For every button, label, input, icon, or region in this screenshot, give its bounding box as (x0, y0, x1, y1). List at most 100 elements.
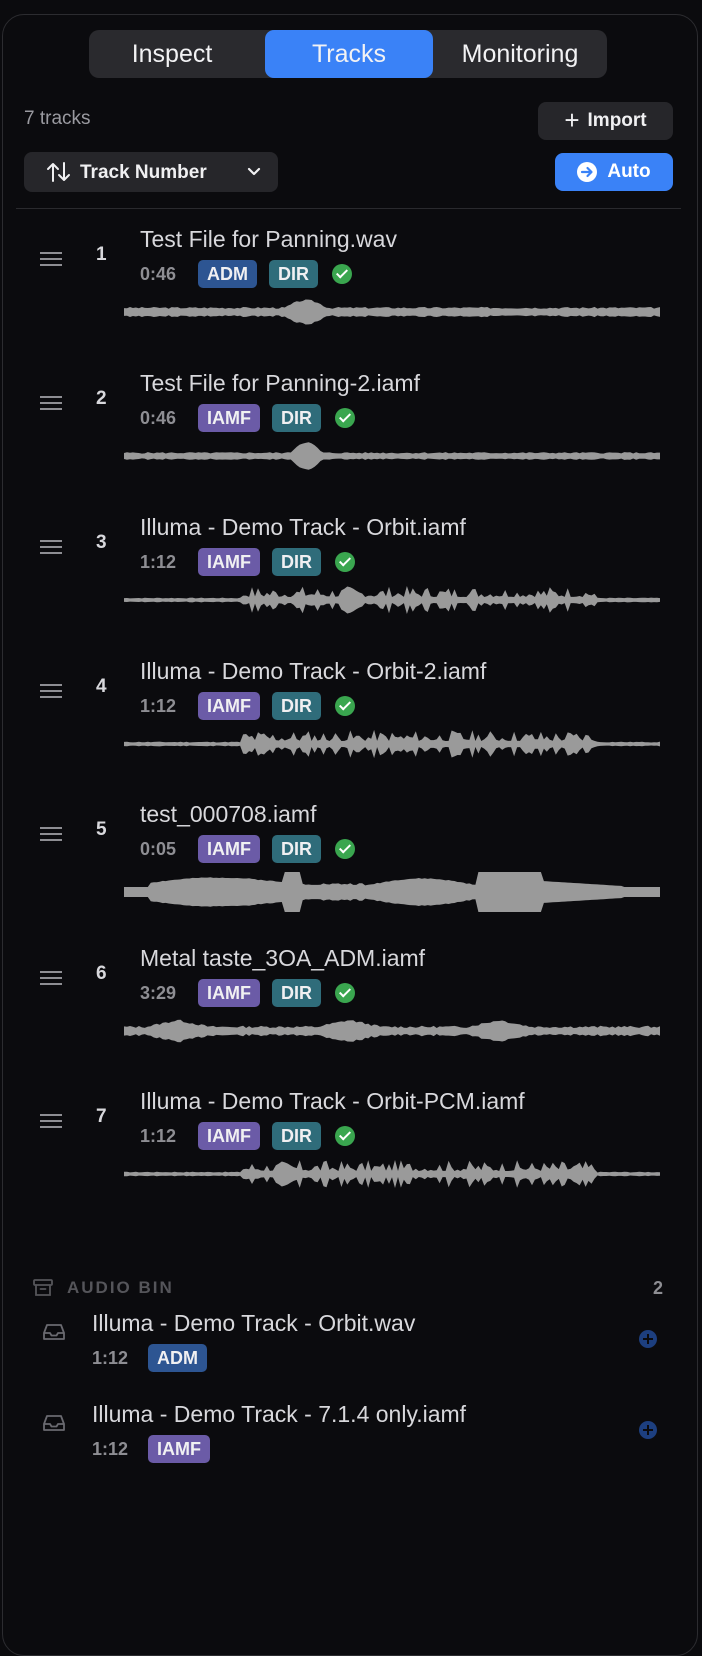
format-badge: IAMF (198, 404, 260, 432)
tab-tracks[interactable]: Tracks (265, 30, 433, 78)
check-icon (335, 839, 355, 859)
track-meta: 0:46 IAMF DIR (140, 404, 355, 432)
track-meta: 0:05 IAMF DIR (140, 835, 355, 863)
format-badge: IAMF (198, 979, 260, 1007)
add-circle-icon[interactable] (639, 1330, 657, 1348)
track-duration: 3:29 (140, 982, 177, 1003)
track-duration: 0:05 (140, 838, 177, 859)
track-number: 6 (96, 963, 107, 984)
waveform (124, 1019, 660, 1043)
drag-handle-icon[interactable] (40, 827, 62, 845)
format-badge: IAMF (198, 1122, 260, 1150)
tab-monitoring[interactable]: Monitoring (433, 30, 607, 78)
track-title: Illuma - Demo Track - Orbit.iamf (140, 514, 466, 540)
check-icon (335, 1126, 355, 1146)
track-number: 1 (96, 244, 107, 265)
audio-bin-count: 2 (652, 1278, 663, 1298)
drag-handle-icon[interactable] (40, 540, 62, 558)
check-icon (335, 408, 355, 428)
format-badge: IAMF (198, 692, 260, 720)
mode-badge: DIR (272, 692, 321, 720)
auto-arrow-icon (577, 162, 598, 182)
tray-icon (43, 1324, 65, 1340)
mode-badge: DIR (272, 404, 321, 432)
track-row[interactable]: 6 Metal taste_3OA_ADM.iamf 3:29 IAMF DIR (0, 944, 694, 1092)
track-duration: 0:46 (140, 263, 177, 284)
track-meta: 1:12 IAMF DIR (140, 1122, 355, 1150)
audio-bin-item[interactable]: Illuma - Demo Track - Orbit.wav 1:12 ADM (0, 1310, 694, 1390)
bin-item-meta: 1:12 IAMF (92, 1435, 222, 1463)
plus-icon: + (564, 104, 580, 135)
sort-arrows-icon (47, 162, 70, 182)
audio-bin-header: AUDIO BIN 2 (33, 1276, 663, 1302)
waveform (124, 729, 660, 759)
bin-item-duration: 1:12 (92, 1438, 129, 1459)
import-button[interactable]: + Import (538, 102, 673, 140)
track-title: Illuma - Demo Track - Orbit-2.iamf (140, 658, 487, 684)
check-icon (335, 552, 355, 572)
track-count: 7 tracks (24, 108, 91, 129)
tab-inspect[interactable]: Inspect (89, 30, 255, 78)
track-meta: 1:12 IAMF DIR (140, 548, 355, 576)
drag-handle-icon[interactable] (40, 252, 62, 270)
track-meta: 1:12 IAMF DIR (140, 692, 355, 720)
track-row[interactable]: 5 test_000708.iamf 0:05 IAMF DIR (0, 800, 694, 948)
auto-label: Auto (607, 161, 651, 182)
bin-item-duration: 1:12 (92, 1347, 129, 1368)
track-number: 5 (96, 819, 107, 840)
track-row[interactable]: 7 Illuma - Demo Track - Orbit-PCM.iamf 1… (0, 1087, 694, 1235)
waveform (124, 1160, 660, 1188)
format-badge: IAMF (198, 548, 260, 576)
sort-dropdown[interactable]: Track Number (24, 152, 278, 192)
track-title: Test File for Panning-2.iamf (140, 370, 420, 396)
import-label: Import (587, 110, 647, 131)
track-row[interactable]: 2 Test File for Panning-2.iamf 0:46 IAMF… (0, 369, 694, 517)
track-number: 2 (96, 388, 107, 409)
check-icon (335, 696, 355, 716)
track-meta: 0:46 ADM DIR (140, 260, 352, 288)
track-title: test_000708.iamf (140, 801, 317, 827)
waveform (124, 299, 660, 325)
waveform (124, 872, 660, 912)
drag-handle-icon[interactable] (40, 396, 62, 414)
bin-item-title: Illuma - Demo Track - Orbit.wav (92, 1310, 416, 1336)
bin-item-meta: 1:12 ADM (92, 1344, 219, 1372)
bin-item-title: Illuma - Demo Track - 7.1.4 only.iamf (92, 1401, 467, 1427)
check-icon (332, 264, 352, 284)
track-duration: 1:12 (140, 551, 177, 572)
track-duration: 1:12 (140, 695, 177, 716)
track-title: Illuma - Demo Track - Orbit-PCM.iamf (140, 1088, 525, 1114)
mode-badge: DIR (272, 835, 321, 863)
track-number: 4 (96, 676, 107, 697)
audio-bin-item[interactable]: Illuma - Demo Track - 7.1.4 only.iamf 1:… (0, 1401, 694, 1481)
tray-icon (43, 1415, 65, 1431)
auto-button[interactable]: Auto (555, 153, 673, 191)
format-badge: IAMF (148, 1435, 210, 1463)
track-row[interactable]: 1 Test File for Panning.wav 0:46 ADM DIR (0, 225, 694, 373)
mode-badge: DIR (272, 548, 321, 576)
track-duration: 1:12 (140, 1125, 177, 1146)
drag-handle-icon[interactable] (40, 971, 62, 989)
track-row[interactable]: 4 Illuma - Demo Track - Orbit-2.iamf 1:1… (0, 657, 694, 805)
track-meta: 3:29 IAMF DIR (140, 979, 355, 1007)
format-badge: ADM (148, 1344, 207, 1372)
mode-badge: DIR (269, 260, 318, 288)
mode-badge: DIR (272, 1122, 321, 1150)
track-title: Metal taste_3OA_ADM.iamf (140, 945, 426, 971)
drag-handle-icon[interactable] (40, 684, 62, 702)
track-duration: 0:46 (140, 407, 177, 428)
waveform (124, 442, 660, 470)
add-circle-icon[interactable] (639, 1421, 657, 1439)
archive-box-icon (33, 1279, 53, 1296)
track-number: 3 (96, 532, 107, 553)
track-title: Test File for Panning.wav (140, 226, 397, 252)
format-badge: ADM (198, 260, 257, 288)
waveform (124, 586, 660, 614)
audio-bin-title: AUDIO BIN (67, 1278, 174, 1297)
track-row[interactable]: 3 Illuma - Demo Track - Orbit.iamf 1:12 … (0, 513, 694, 661)
drag-handle-icon[interactable] (40, 1114, 62, 1132)
sort-label: Track Number (80, 162, 207, 183)
mode-badge: DIR (272, 979, 321, 1007)
chevron-down-icon (247, 167, 261, 176)
divider (16, 208, 681, 209)
